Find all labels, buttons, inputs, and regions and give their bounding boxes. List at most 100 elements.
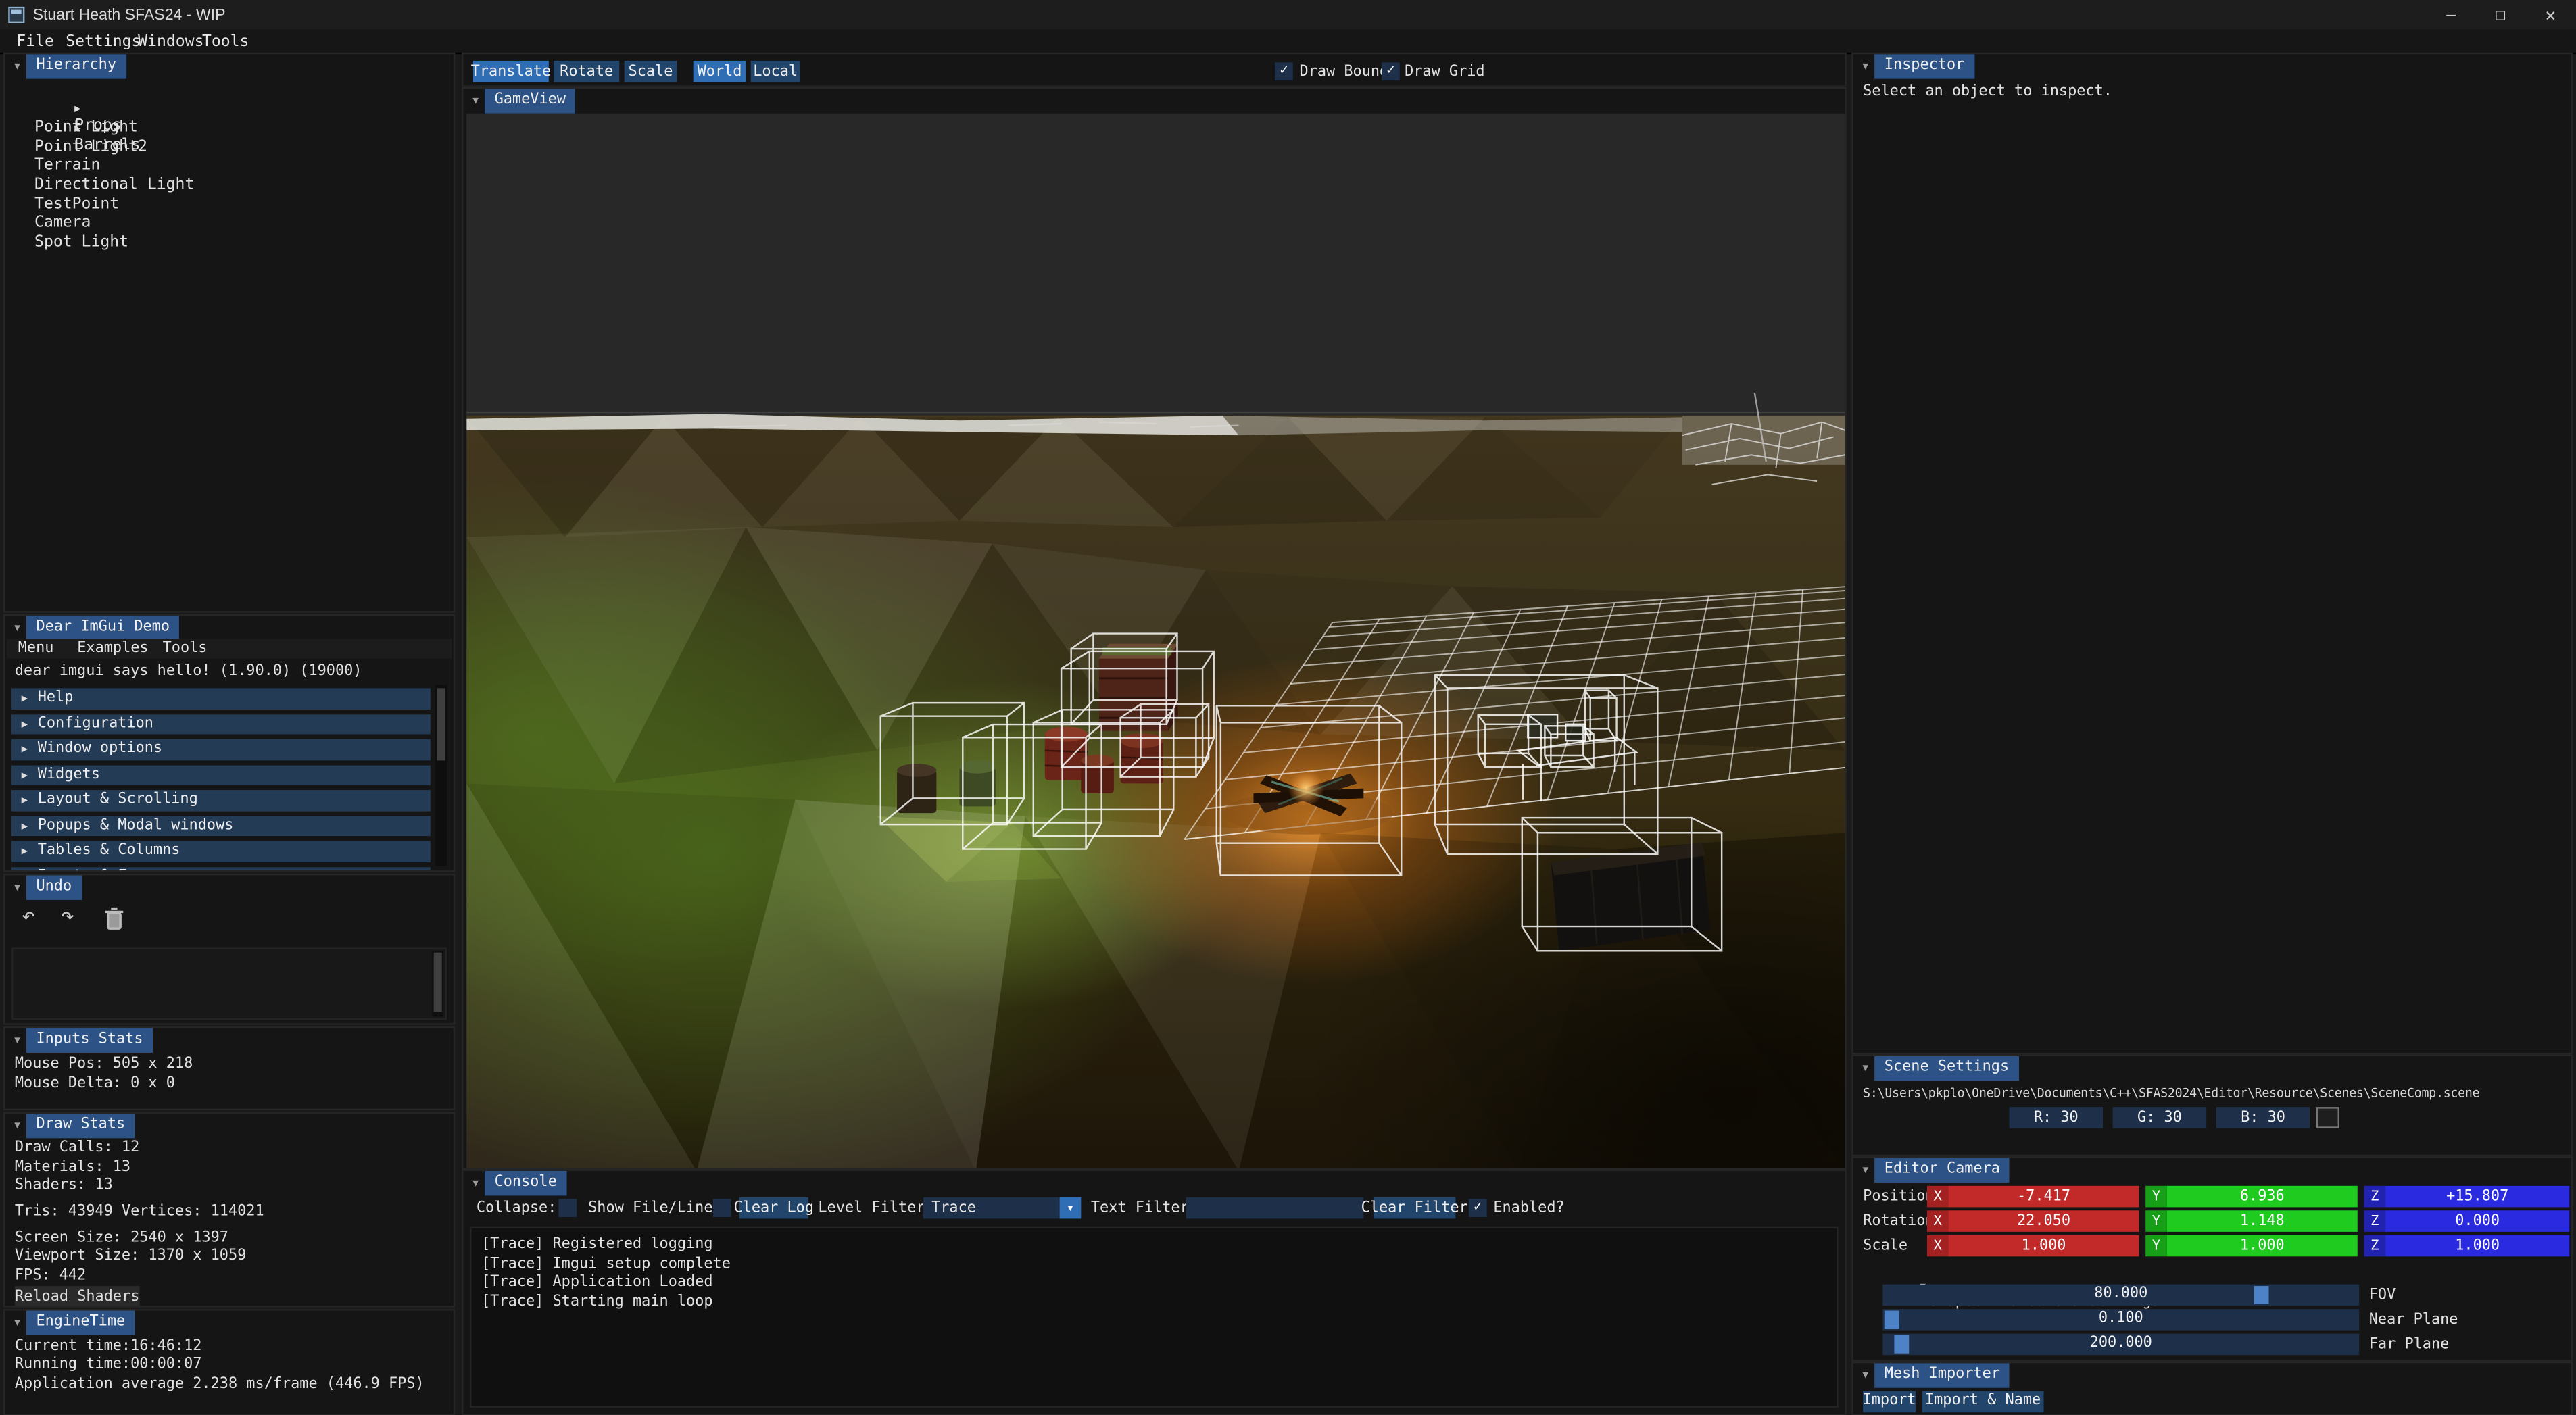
clear-log-button[interactable]: Clear Log	[739, 1197, 808, 1219]
demo-section-window-options[interactable]: ▶Window options	[11, 739, 431, 760]
menu-settings[interactable]: Settings	[66, 33, 141, 51]
undo-icon[interactable]: ↶	[22, 903, 36, 930]
position-y-field[interactable]: 6.936	[2167, 1186, 2358, 1208]
chevron-down-icon[interactable]: ▼	[1856, 1164, 1874, 1175]
scale-x-axis[interactable]: X	[1927, 1235, 1949, 1257]
demo-scrollbar[interactable]	[435, 685, 447, 866]
undo-scrollbar[interactable]	[432, 951, 443, 1016]
tree-item-directional-light[interactable]: Directional Light	[34, 176, 194, 194]
scale-button[interactable]: Scale	[625, 61, 677, 82]
position-z-field[interactable]: +15.807	[2385, 1186, 2569, 1208]
scale-y-axis[interactable]: Y	[2145, 1235, 2167, 1257]
draw-bounds-checkbox[interactable]: ✓	[1275, 62, 1293, 80]
slider-grab[interactable]	[2254, 1286, 2269, 1304]
chevron-down-icon[interactable]: ▼	[1856, 1062, 1874, 1073]
tree-item-spot-light[interactable]: Spot Light	[34, 233, 128, 251]
chevron-down-icon[interactable]: ▼	[8, 622, 26, 633]
position-z-axis[interactable]: Z	[2364, 1186, 2385, 1208]
tree-item-terrain[interactable]: Terrain	[34, 157, 100, 175]
tab-scene-settings[interactable]: Scene Settings	[1874, 1056, 2019, 1080]
position-y-axis[interactable]: Y	[2145, 1186, 2167, 1208]
demo-section-help[interactable]: ▶Help	[11, 688, 431, 708]
tab-inspector[interactable]: Inspector	[1874, 53, 1974, 78]
clear-color-b-slider[interactable]: B: 30	[2216, 1107, 2310, 1128]
chevron-down-icon[interactable]: ▼	[466, 95, 485, 106]
slider-grab[interactable]	[1894, 1335, 1909, 1353]
rotation-x-axis[interactable]: X	[1927, 1210, 1949, 1232]
import-button[interactable]: Import	[1863, 1391, 1916, 1412]
demo-menu-menu[interactable]: Menu	[18, 641, 54, 657]
import-and-name-button[interactable]: Import & Name	[1922, 1391, 2044, 1412]
rotation-z-axis[interactable]: Z	[2364, 1210, 2385, 1232]
chevron-down-icon[interactable]: ▼	[466, 1176, 485, 1188]
rotate-button[interactable]: Rotate	[554, 61, 619, 82]
chevron-down-icon[interactable]: ▼	[8, 1119, 26, 1131]
draw-grid-checkbox[interactable]: ✓	[1382, 62, 1400, 80]
slider-grab[interactable]	[1885, 1311, 1899, 1329]
menu-windows[interactable]: Windows	[138, 33, 203, 51]
rotation-x-field[interactable]: 22.050	[1949, 1210, 2139, 1232]
fov-slider[interactable]: 80.000	[1882, 1285, 2359, 1305]
scale-x-field[interactable]: 1.000	[1949, 1235, 2139, 1257]
rotation-z-field[interactable]: 0.000	[2385, 1210, 2569, 1232]
position-x-field[interactable]: -7.417	[1949, 1186, 2139, 1208]
clear-color-g-slider[interactable]: G: 30	[2113, 1107, 2207, 1128]
redo-icon[interactable]: ↷	[61, 903, 75, 930]
collapse-checkbox[interactable]	[558, 1199, 577, 1217]
tab-inputs-stats[interactable]: Inputs Stats	[26, 1027, 153, 1051]
demo-section-layout[interactable]: ▶Layout & Scrolling	[11, 790, 431, 810]
tab-imgui-demo[interactable]: Dear ImGui Demo	[26, 615, 180, 639]
chevron-down-icon[interactable]: ▼	[1856, 60, 1874, 72]
close-button[interactable]: ×	[2525, 0, 2576, 30]
demo-section-tables[interactable]: ▶Tables & Columns	[11, 841, 431, 861]
tree-item-point-light2[interactable]: Point Light2	[34, 138, 147, 156]
enabled-checkbox[interactable]: ✓	[1469, 1199, 1487, 1217]
clear-color-r-slider[interactable]: R: 30	[2009, 1107, 2103, 1128]
tab-editor-camera[interactable]: Editor Camera	[1874, 1157, 2010, 1181]
world-space-button[interactable]: World	[694, 61, 746, 82]
tab-gameview[interactable]: GameView	[485, 88, 576, 112]
menu-file[interactable]: File	[16, 33, 54, 51]
demo-section-configuration[interactable]: ▶Configuration	[11, 714, 431, 734]
scale-y-field[interactable]: 1.000	[2167, 1235, 2358, 1257]
combo-arrow-button[interactable]: ▼	[1060, 1197, 1082, 1219]
maximize-button[interactable]: □	[2476, 0, 2525, 30]
far-plane-slider[interactable]: 200.000	[1882, 1334, 2359, 1354]
chevron-down-icon[interactable]: ▼	[1856, 1369, 1874, 1381]
tab-hierarchy[interactable]: Hierarchy	[26, 53, 126, 78]
viewport-3d[interactable]	[466, 114, 1845, 1168]
scale-z-field[interactable]: 1.000	[2385, 1235, 2569, 1257]
translate-button[interactable]: Translate	[473, 61, 549, 82]
trash-icon[interactable]	[103, 907, 125, 931]
position-x-axis[interactable]: X	[1927, 1186, 1949, 1208]
demo-section-widgets[interactable]: ▶Widgets	[11, 764, 431, 785]
demo-menu-examples[interactable]: Examples	[77, 641, 148, 657]
tree-item-camera[interactable]: Camera	[34, 214, 91, 232]
text-filter-input[interactable]	[1186, 1197, 1363, 1219]
demo-section-inputs[interactable]: ▶Inputs & Focus	[11, 866, 431, 872]
clear-color-swatch[interactable]	[2316, 1107, 2339, 1128]
rotation-y-field[interactable]: 1.148	[2167, 1210, 2358, 1232]
tab-console[interactable]: Console	[485, 1170, 566, 1195]
tab-undo[interactable]: Undo	[26, 874, 82, 899]
level-filter-combo[interactable]: Trace ▼	[923, 1197, 1081, 1219]
tab-mesh-importer[interactable]: Mesh Importer	[1874, 1362, 2010, 1387]
chevron-down-icon[interactable]: ▼	[8, 60, 26, 72]
demo-menu-tools[interactable]: Tools	[163, 641, 208, 657]
demo-section-popups[interactable]: ▶Popups & Modal windows	[11, 816, 431, 836]
local-space-button[interactable]: Local	[751, 61, 800, 82]
tree-item-point-light[interactable]: Point Light	[34, 118, 138, 136]
clear-filter-button[interactable]: Clear Filter	[1374, 1197, 1456, 1219]
chevron-down-icon[interactable]: ▼	[8, 1034, 26, 1045]
minimize-button[interactable]: –	[2427, 0, 2476, 30]
chevron-down-icon[interactable]: ▼	[8, 1316, 26, 1328]
scale-z-axis[interactable]: Z	[2364, 1235, 2385, 1257]
tab-engine-time[interactable]: EngineTime	[26, 1310, 135, 1334]
menu-tools[interactable]: Tools	[202, 33, 249, 51]
tree-item-testpoint[interactable]: TestPoint	[34, 195, 119, 213]
chevron-down-icon[interactable]: ▼	[8, 881, 26, 893]
reload-shaders-button[interactable]: Reload Shaders	[15, 1286, 140, 1308]
near-plane-slider[interactable]: 0.100	[1882, 1309, 2359, 1329]
console-log[interactable]: [Trace] Registered logging [Trace] Imgui…	[470, 1227, 1839, 1408]
tab-draw-stats[interactable]: Draw Stats	[26, 1113, 135, 1137]
